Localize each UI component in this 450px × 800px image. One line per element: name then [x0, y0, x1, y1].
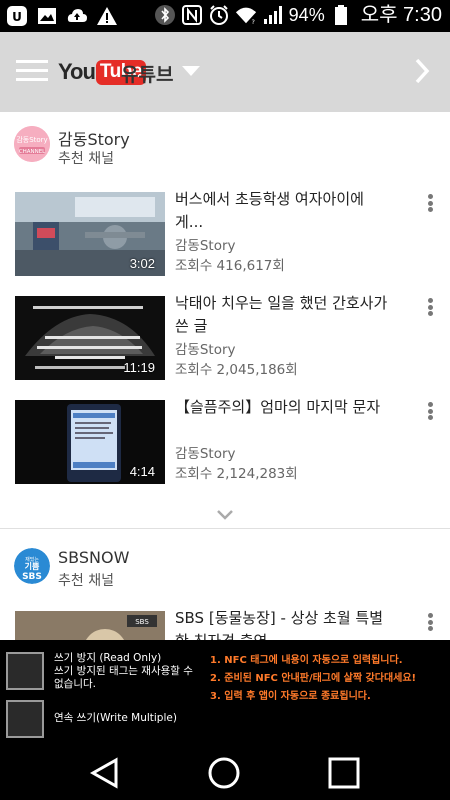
battery-percent: 94%: [288, 5, 325, 25]
video-item[interactable]: 3:02 버스에서 초등학생 여자아이에게... 감동Story 조회수 416…: [0, 190, 450, 296]
channel-header[interactable]: 재밌는 기쁨 SBS SBSNOW 추천 채널: [0, 529, 450, 597]
hamburger-menu-icon[interactable]: [16, 60, 48, 84]
video-item[interactable]: 4:14 【슬픔주의】엄마의 마지막 문자 감동Story 조회수 2,124,…: [0, 398, 450, 504]
app-header: You Tube 유튜브: [0, 32, 450, 112]
write-multiple-option[interactable]: [6, 700, 44, 738]
more-options-icon[interactable]: [424, 611, 436, 633]
read-only-checkbox[interactable]: [6, 652, 44, 690]
nfc-guide-line: 1. NFC 태그에 내용이 자동으로 입력됩니다.: [210, 655, 403, 666]
video-item[interactable]: 11:19 낙태아 치우는 일을 했던 간호사가 쓴 글 감동Story 조회수…: [0, 294, 450, 400]
nfc-guide-line: 3. 입력 후 앱이 자동으로 종료됩니다.: [210, 691, 371, 702]
nfc-write-panel: 쓰기 방지 (Read Only) 쓰기 방지된 태그는 재사용할 수 없습니다…: [0, 640, 450, 744]
video-channel: 감동Story: [175, 342, 236, 358]
video-title[interactable]: 【슬픔주의】엄마의 마지막 문자: [175, 396, 390, 419]
system-navigation-bar: [0, 744, 450, 800]
expand-section[interactable]: [0, 504, 450, 528]
status-bar: U ? 94% 오후 7:30: [0, 0, 450, 32]
channel-subtitle: 추천 채널: [58, 151, 114, 167]
write-multiple-checkbox[interactable]: [6, 700, 44, 738]
read-only-label: 쓰기 방지 (Read Only): [54, 652, 162, 664]
dropdown-caret-icon[interactable]: [182, 66, 200, 76]
svg-text:SBS: SBS: [135, 618, 149, 626]
channel-name[interactable]: SBSNOW: [58, 548, 129, 567]
video-views: 조회수 416,617회: [175, 258, 285, 274]
page-title: 유튜브: [121, 64, 174, 86]
video-title[interactable]: 버스에서 초등학생 여자아이에게...: [175, 188, 390, 234]
video-title[interactable]: 낙태아 치우는 일을 했던 간호사가 쓴 글: [175, 292, 390, 338]
more-options-icon[interactable]: [424, 400, 436, 422]
recent-apps-icon[interactable]: [327, 756, 361, 790]
video-channel: 감동Story: [175, 446, 236, 462]
clock: 오후 7:30: [360, 4, 442, 26]
bluetooth-icon: [154, 4, 176, 26]
channel-avatar[interactable]: 재밌는 기쁨 SBS: [14, 548, 50, 584]
read-only-option[interactable]: [6, 652, 44, 690]
wifi-icon: ?: [235, 4, 257, 26]
signal-icon: [262, 4, 284, 26]
video-thumbnail[interactable]: 4:14: [15, 400, 165, 484]
app-notification-icon: U: [6, 5, 28, 27]
youtube-logo-you: You: [58, 59, 96, 84]
svg-text:U: U: [12, 10, 22, 24]
channel-name[interactable]: 감동Story: [58, 126, 130, 150]
video-channel: 감동Story: [175, 238, 236, 254]
more-options-icon[interactable]: [424, 192, 436, 214]
svg-text:CHANNEL: CHANNEL: [19, 149, 46, 155]
nfc-icon: [181, 4, 203, 26]
home-icon[interactable]: [207, 756, 241, 790]
chevron-down-icon[interactable]: [216, 506, 234, 520]
battery-icon: [330, 4, 352, 26]
chevron-right-icon[interactable]: [410, 54, 434, 88]
svg-text:?: ?: [251, 18, 254, 26]
feed[interactable]: 감동Story CHANNEL 감동Story 추천 채널 3:02 버스에서 초…: [0, 112, 450, 640]
warning-icon: [96, 5, 118, 27]
alarm-icon: [208, 4, 230, 26]
more-options-icon[interactable]: [424, 296, 436, 318]
write-multiple-label: 연속 쓰기(Write Multiple): [54, 712, 177, 724]
video-title[interactable]: SBS [동물농장] - 상상 초월 특별한 친자견 출연: [175, 607, 390, 640]
svg-text:기쁨: 기쁨: [25, 561, 40, 571]
video-duration: 3:02: [129, 256, 155, 271]
svg-text:SBS: SBS: [22, 572, 42, 582]
back-icon[interactable]: [88, 756, 122, 790]
channel-header[interactable]: 감동Story CHANNEL 감동Story 추천 채널: [0, 112, 450, 180]
video-views: 조회수 2,045,186회: [175, 362, 298, 378]
channel-subtitle: 추천 채널: [58, 573, 114, 589]
video-duration: 4:14: [129, 464, 155, 479]
read-only-description: 쓰기 방지된 태그는 재사용할 수 없습니다.: [54, 665, 193, 690]
video-thumbnail[interactable]: 3:02: [15, 192, 165, 276]
video-thumbnail[interactable]: 11:19: [15, 296, 165, 380]
video-thumbnail[interactable]: SBS: [15, 611, 165, 640]
channel-avatar[interactable]: 감동Story CHANNEL: [14, 126, 50, 162]
nfc-guide-line: 2. 준비된 NFC 안내판/태그에 살짝 갖다대세요!: [210, 673, 417, 684]
video-views: 조회수 2,124,283회: [175, 466, 298, 482]
gallery-icon: [36, 5, 58, 27]
video-item[interactable]: SBS SBS [동물농장] - 상상 초월 특별한 친자견 출연: [0, 609, 450, 640]
video-duration: 11:19: [123, 360, 155, 375]
cloud-upload-icon: [66, 5, 88, 27]
svg-text:감동Story: 감동Story: [16, 136, 47, 144]
